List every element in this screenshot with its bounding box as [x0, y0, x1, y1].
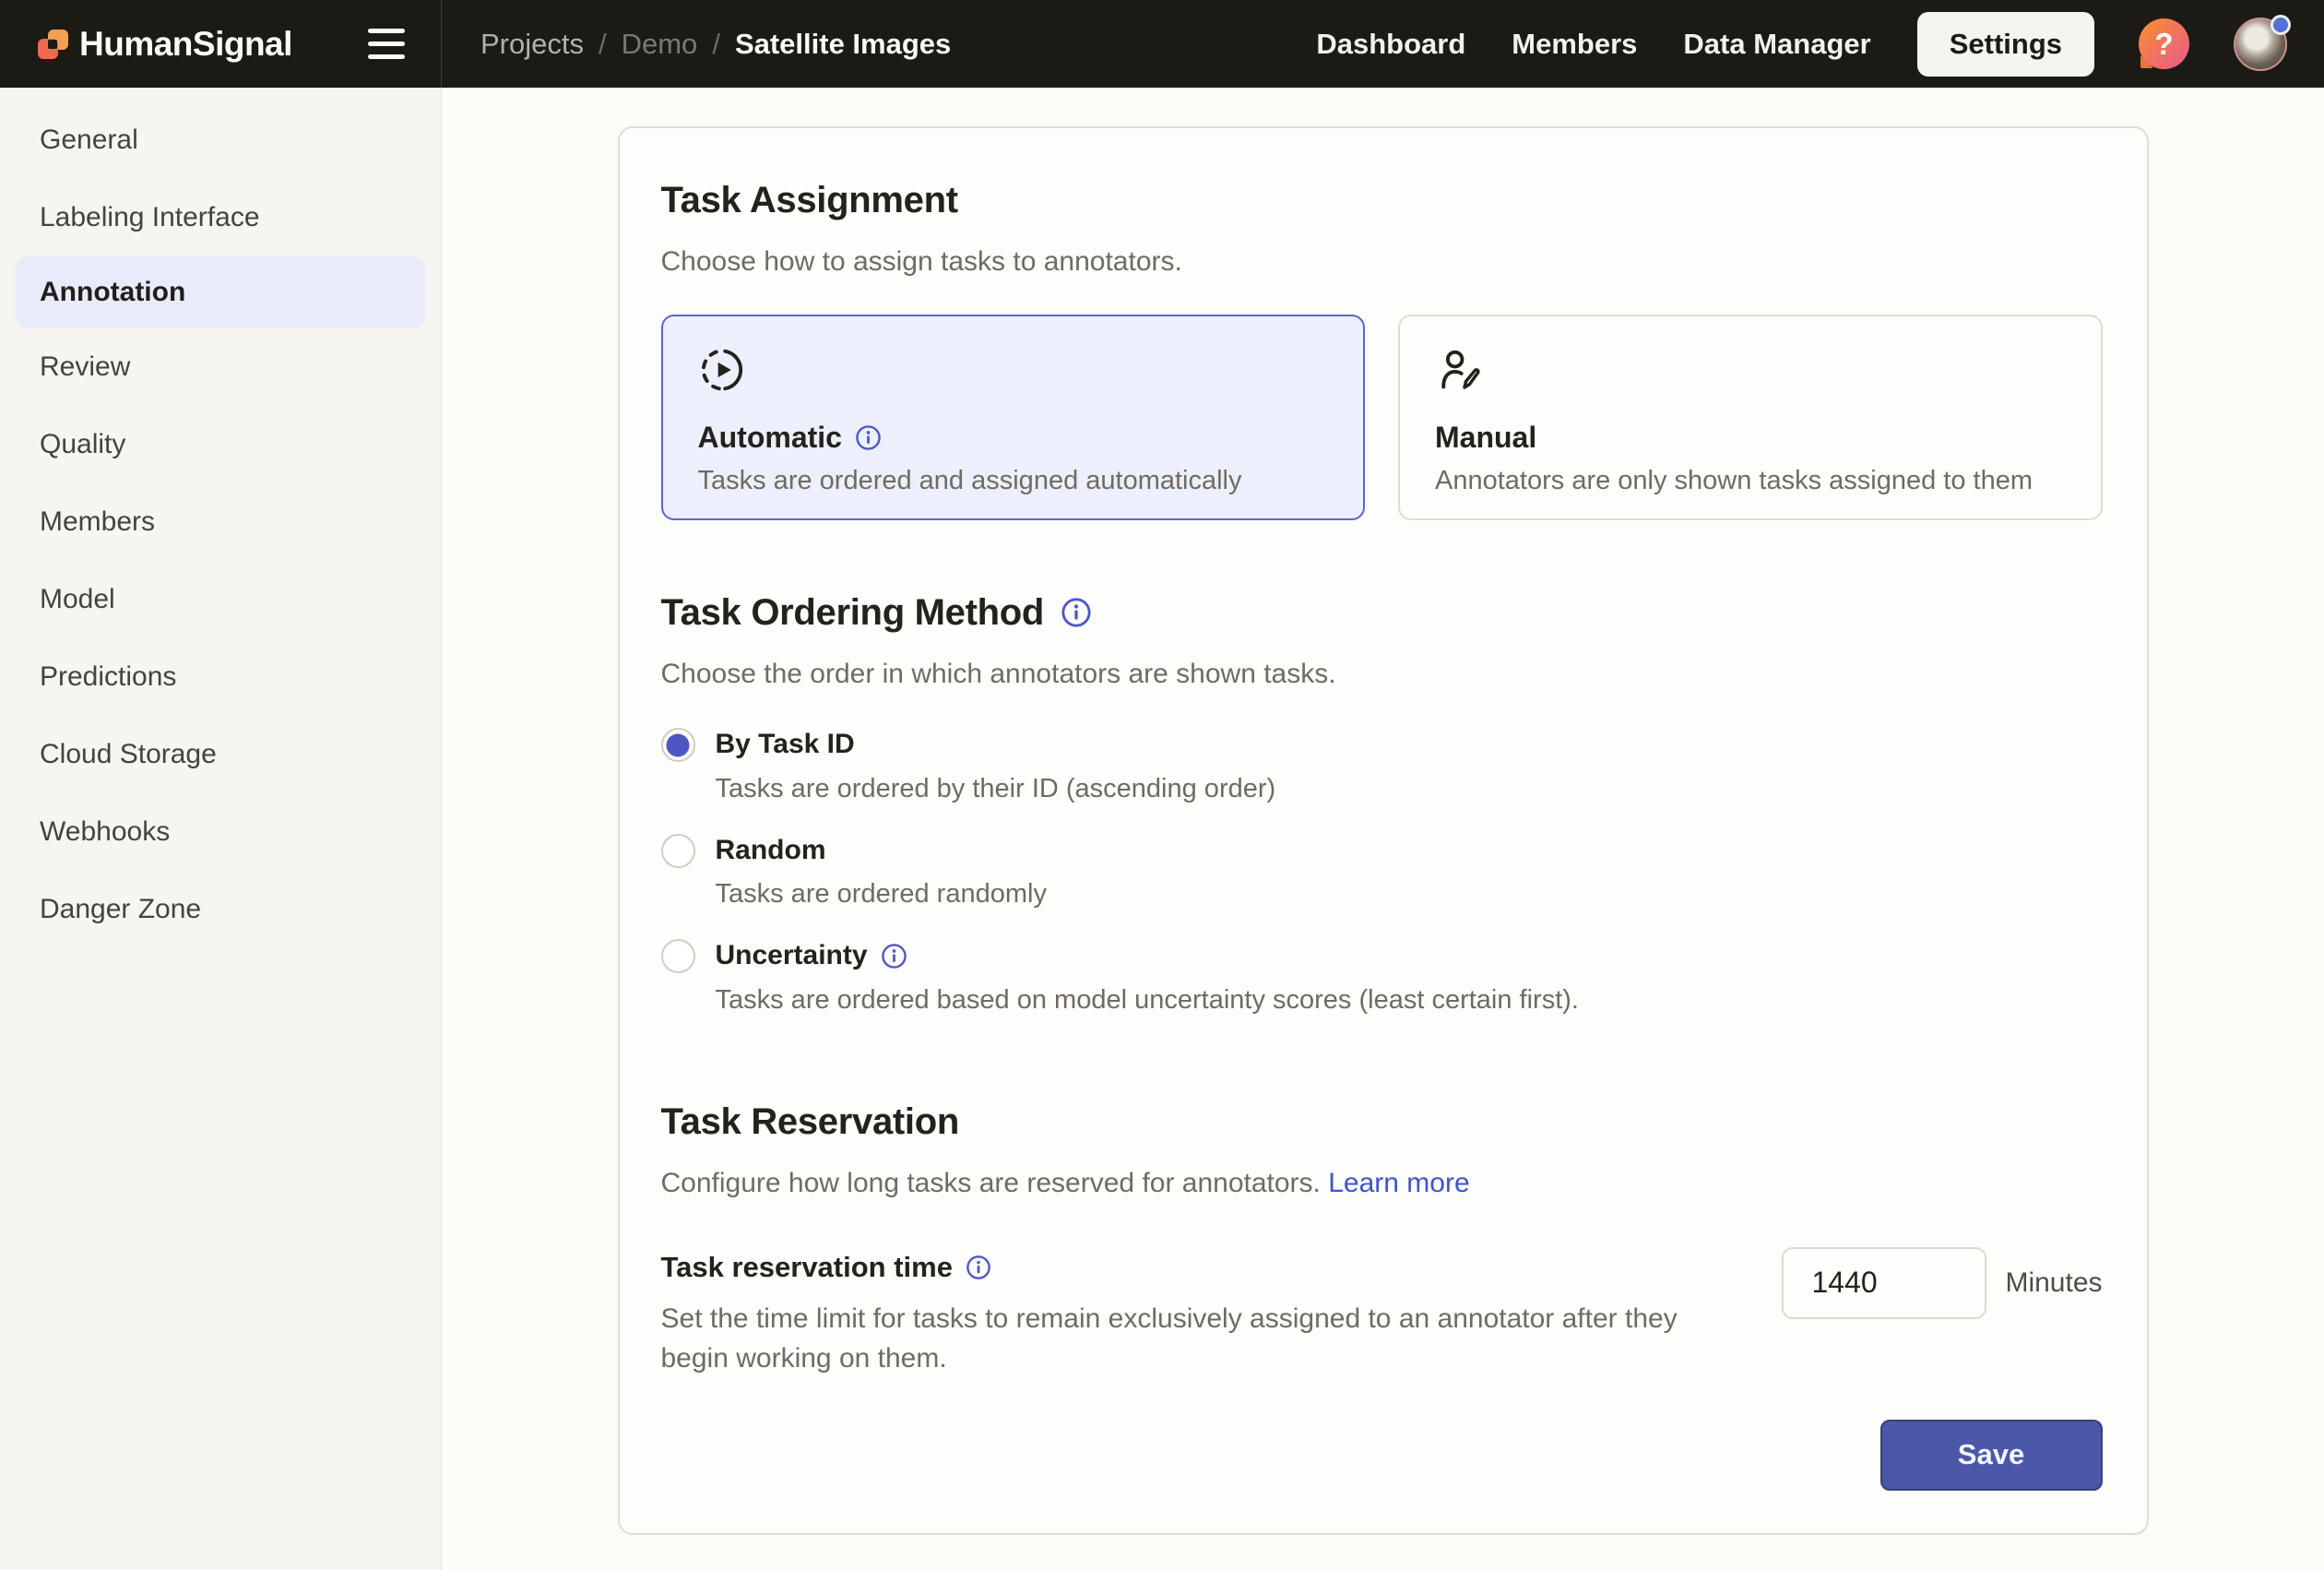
task-reservation-time-label: Task reservation time: [661, 1251, 1749, 1284]
radio-uncertainty[interactable]: [661, 939, 695, 973]
reservation-input-group: Minutes: [1782, 1247, 2102, 1319]
nav-members[interactable]: Members: [1512, 28, 1637, 61]
breadcrumb-separator: /: [599, 28, 607, 61]
ordering-option-by-task-id: By Task ID Tasks are ordered by their ID…: [661, 727, 2103, 807]
logo[interactable]: HumanSignal: [38, 25, 292, 64]
task-reservation-description: Configure how long tasks are reserved fo…: [661, 1164, 2103, 1203]
top-navigation: Dashboard Members Data Manager: [1316, 28, 1870, 61]
auto-play-icon: [698, 346, 746, 394]
sidebar-item-review[interactable]: Review: [0, 328, 441, 406]
user-edit-icon: [1435, 346, 1483, 394]
option-automatic-description: Tasks are ordered and assigned automatic…: [698, 466, 1329, 496]
sidebar-item-predictions[interactable]: Predictions: [0, 638, 441, 716]
task-ordering-title: Task Ordering Method: [661, 590, 2103, 635]
hamburger-menu-icon[interactable]: [368, 29, 405, 59]
task-ordering-section: Task Ordering Method Choose the order in…: [661, 590, 2103, 1018]
radio-uncertainty-description: Tasks are ordered based on model uncerta…: [716, 982, 1579, 1018]
annotation-settings-card: Task Assignment Choose how to assign tas…: [618, 126, 2149, 1535]
settings-button[interactable]: Settings: [1917, 12, 2094, 77]
learn-more-link[interactable]: Learn more: [1328, 1168, 1469, 1198]
task-assignment-description: Choose how to assign tasks to annotators…: [661, 243, 2103, 281]
nav-dashboard[interactable]: Dashboard: [1316, 28, 1465, 61]
assignment-option-automatic[interactable]: Automatic Tasks are ordered and assigned…: [661, 315, 1366, 520]
question-mark-glyph: ?: [2154, 27, 2173, 62]
sidebar-item-members[interactable]: Members: [0, 483, 441, 561]
task-assignment-section: Task Assignment Choose how to assign tas…: [661, 178, 2103, 520]
sidebar-item-danger-zone[interactable]: Danger Zone: [0, 871, 441, 948]
info-icon[interactable]: [855, 424, 882, 451]
sidebar-item-general[interactable]: General: [0, 101, 441, 179]
logo-text: HumanSignal: [79, 25, 292, 64]
radio-by-task-id-description: Tasks are ordered by their ID (ascending…: [716, 771, 1276, 807]
help-icon[interactable]: ?: [2139, 18, 2189, 69]
breadcrumb: Projects / Demo / Satellite Images: [442, 28, 951, 61]
radio-uncertainty-label[interactable]: Uncertainty: [716, 938, 1579, 973]
app-window: HumanSignal Projects / Demo / Satellite …: [0, 0, 2324, 1570]
ordering-option-uncertainty: Uncertainty Tasks are ordered based on m…: [661, 938, 2103, 1018]
humansignal-logo-icon: [38, 30, 68, 59]
option-manual-title: Manual: [1435, 421, 2066, 455]
info-icon[interactable]: [881, 943, 907, 969]
breadcrumb-demo[interactable]: Demo: [622, 28, 698, 61]
reservation-minutes-input[interactable]: [1782, 1247, 1986, 1319]
radio-random-description: Tasks are ordered randomly: [716, 876, 1047, 912]
task-ordering-description: Choose the order in which annotators are…: [661, 655, 2103, 694]
info-icon[interactable]: [1061, 597, 1092, 628]
radio-random[interactable]: [661, 834, 695, 868]
radio-by-task-id[interactable]: [661, 728, 695, 762]
info-icon[interactable]: [966, 1255, 991, 1280]
topbar: HumanSignal Projects / Demo / Satellite …: [0, 0, 2324, 88]
radio-random-label[interactable]: Random: [716, 833, 1047, 868]
user-avatar[interactable]: [2234, 18, 2287, 71]
topbar-left: HumanSignal: [0, 0, 442, 88]
breadcrumb-separator: /: [712, 28, 720, 61]
nav-data-manager[interactable]: Data Manager: [1683, 28, 1870, 61]
sidebar-item-quality[interactable]: Quality: [0, 406, 441, 483]
sidebar-item-annotation[interactable]: Annotation: [16, 256, 425, 328]
option-automatic-title: Automatic: [698, 421, 1329, 455]
task-reservation-section: Task Reservation Configure how long task…: [661, 1100, 2103, 1491]
breadcrumb-projects[interactable]: Projects: [480, 28, 584, 61]
sidebar-item-labeling-interface[interactable]: Labeling Interface: [0, 179, 441, 256]
assignment-option-manual[interactable]: Manual Annotators are only shown tasks a…: [1398, 315, 2103, 520]
task-assignment-title: Task Assignment: [661, 178, 2103, 222]
option-manual-description: Annotators are only shown tasks assigned…: [1435, 466, 2066, 496]
task-reservation-time-description: Set the time limit for tasks to remain e…: [661, 1299, 1749, 1379]
sidebar-item-model[interactable]: Model: [0, 561, 441, 638]
breadcrumb-current-page: Satellite Images: [735, 28, 951, 61]
sidebar-item-cloud-storage[interactable]: Cloud Storage: [0, 716, 441, 793]
main-content: Task Assignment Choose how to assign tas…: [442, 88, 2324, 1570]
ordering-option-random: Random Tasks are ordered randomly: [661, 833, 2103, 913]
notification-badge: [2271, 15, 2291, 35]
minutes-unit-label: Minutes: [2005, 1267, 2102, 1299]
task-reservation-title: Task Reservation: [661, 1100, 2103, 1144]
sidebar-item-webhooks[interactable]: Webhooks: [0, 793, 441, 871]
radio-by-task-id-label[interactable]: By Task ID: [716, 727, 1276, 762]
settings-sidebar: General Labeling Interface Annotation Re…: [0, 88, 442, 1570]
save-button[interactable]: Save: [1880, 1420, 2103, 1491]
reservation-field-text: Task reservation time Set the time limit…: [661, 1251, 1749, 1379]
